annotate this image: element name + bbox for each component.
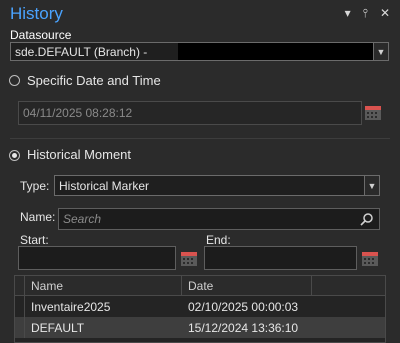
markers-table: Name Date Inventaire2025 02/10/2025 00:0…	[14, 275, 386, 343]
close-icon[interactable]: ✕	[380, 6, 390, 21]
specific-date-field[interactable]: 04/11/2025 08:28:12	[18, 101, 362, 125]
chevron-down-icon[interactable]: ▼	[373, 43, 388, 60]
specific-date-label: Specific Date and Time	[27, 73, 161, 88]
end-label: End:	[206, 233, 231, 247]
historical-moment-radio[interactable]	[9, 150, 20, 161]
row-header-cell	[15, 296, 25, 317]
section-divider	[10, 138, 390, 139]
chevron-down-icon[interactable]: ▼	[364, 176, 379, 195]
type-label: Type:	[20, 179, 50, 193]
start-label: Start:	[20, 233, 49, 247]
search-placeholder: Search	[63, 212, 102, 226]
name-label: Name:	[20, 210, 56, 224]
datasource-label: Datasource	[10, 28, 72, 42]
calendar-icon[interactable]	[364, 103, 382, 121]
table-header: Name Date	[15, 276, 385, 296]
calendar-icon[interactable]	[361, 249, 379, 267]
datasource-value: sde.DEFAULT (Branch) -	[15, 44, 148, 59]
title-bar-icons: ▾ ⫯ ✕	[345, 6, 390, 21]
datasource-value-highlight	[177, 43, 373, 60]
cell-date: 02/10/2025 00:00:03	[188, 299, 299, 314]
name-search-field[interactable]: Search	[58, 208, 380, 230]
specific-date-radio[interactable]	[9, 75, 20, 86]
table-row[interactable]: DEFAULT 15/12/2024 13:36:10	[15, 317, 385, 338]
pin-icon[interactable]: ⫯	[363, 6, 368, 21]
historical-moment-label: Historical Moment	[27, 147, 132, 162]
cell-name: DEFAULT	[31, 320, 85, 335]
start-date-field[interactable]	[18, 246, 176, 270]
column-header-date[interactable]: Date	[182, 276, 312, 295]
table-row[interactable]: Inventaire2025 02/10/2025 00:00:03	[15, 296, 385, 317]
type-dropdown[interactable]: Historical Marker ▼	[54, 175, 380, 196]
datasource-dropdown[interactable]: sde.DEFAULT (Branch) - ▼	[10, 42, 389, 61]
column-header-name[interactable]: Name	[25, 276, 182, 295]
calendar-icon[interactable]	[180, 249, 198, 267]
search-icon[interactable]	[360, 212, 374, 226]
column-header-filler	[312, 276, 385, 295]
end-date-field[interactable]	[204, 246, 357, 270]
cell-date: 15/12/2024 13:36:10	[188, 320, 299, 335]
cell-name: Inventaire2025	[31, 299, 111, 314]
type-value: Historical Marker	[59, 178, 150, 193]
row-header-cell	[15, 317, 25, 338]
panel-title: History	[10, 4, 63, 23]
row-header-cell	[15, 276, 25, 295]
radio-selected-dot	[12, 153, 17, 158]
chevron-down-icon[interactable]: ▾	[345, 6, 351, 21]
